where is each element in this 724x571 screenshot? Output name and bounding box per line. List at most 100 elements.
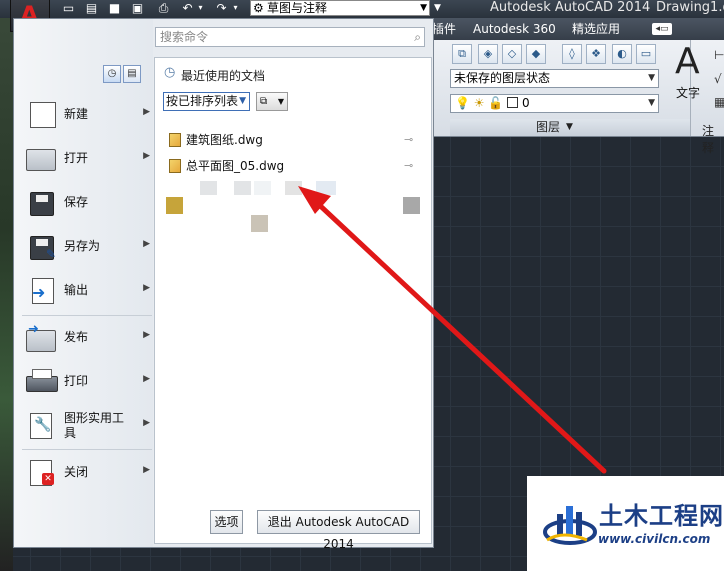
recent-file-name: 建筑图纸.dwg [186,133,263,147]
document-title: Drawing1.d [656,0,724,15]
recent-documents-icon: ◷ [164,65,176,80]
chevron-down-icon: ▼ [420,3,427,13]
layer-freeze-icon[interactable]: ❖ [586,44,606,64]
application-menu: 搜索命令 ⌕ ◷ ▤ 新建 ▶ 打开 ▶ 保存 ✎ 另存为 ▶ ➜ 输出 ▶ ➜… [13,18,434,551]
wrench-icon: 🔧 [26,412,56,440]
chevron-right-icon: ▶ [143,418,150,428]
save-icon[interactable]: ■ [107,1,122,15]
menu-item-label: 打开 [64,151,89,165]
workspace-label: 草图与注释 [267,1,328,15]
watermark: 土木工程网 www.civilcn.com [527,476,724,571]
undo-dropdown-icon[interactable]: ▾ [193,1,208,15]
menu-item-label: 图形实用工具 [64,411,125,440]
layers-panel-label: 图层 [536,120,561,134]
lightbulb-icon: 💡 [455,96,470,110]
ribbon-tab-row: 插件 Autodesk 360 精选应用 ◂▭ [432,18,724,40]
new-file-icon[interactable]: ▭ [61,1,76,15]
ribbon-panel: ⧉ ◈ ◇ ◆ ◊ ❖ ◐ ▭ 未保存的图层状态 ▼ 💡 ☀ 🔓 0 ▼ 图层 ▼… [432,40,724,155]
chevron-down-icon: ▼ [239,96,246,106]
search-input[interactable]: 搜索命令 ⌕ [155,27,425,47]
save-disk-icon [26,189,56,217]
layer-walk-icon[interactable]: ▭ [636,44,656,64]
menu-item-new[interactable]: 新建 ▶ [22,95,152,135]
chevron-down-icon: ▼ [648,98,655,108]
menu-item-print[interactable]: 打印 ▶ [22,362,152,402]
dwg-file-icon [169,159,181,173]
printer-icon [26,368,58,396]
menu-separator [22,449,152,450]
chevron-right-icon: ▶ [143,330,150,340]
export-icon: ➜ [26,277,56,305]
quick-access-toolbar: ▭ ▤ ■ ▣ ⎙ ↶ ▾ ↷ ▾ ⚙ 草图与注释 ▼ ▼ Autodesk Au… [0,0,724,18]
layer-dropdown[interactable]: 💡 ☀ 🔓 0 ▼ [450,94,659,113]
menu-separator [22,315,152,316]
redo-dropdown-icon[interactable]: ▾ [228,1,243,15]
pin-icon[interactable]: ⊸ [404,157,413,175]
open-folder-icon[interactable]: ▤ [84,1,99,15]
menu-item-close[interactable]: ✕ 关闭 ▶ [22,453,152,493]
layer-lock-icon[interactable]: ◐ [612,44,632,64]
chevron-right-icon: ▶ [143,151,150,161]
menu-item-label: 输出 [64,283,89,297]
layer-off-icon[interactable]: ◊ [562,44,582,64]
watermark-url: www.civilcn.com [598,532,711,546]
dimension-icon[interactable]: ⊢ [714,48,724,62]
chevron-down-icon: ▼ [277,97,284,106]
menu-item-label: 关闭 [64,465,89,479]
save-as-icon[interactable]: ▣ [130,1,145,15]
chevron-right-icon: ▶ [143,283,150,293]
recent-documents-title: 最近使用的文档 [181,69,266,83]
open-documents-view-icon[interactable]: ▤ [123,65,141,83]
pixelated-area [200,181,217,195]
layer-state-value: 未保存的图层状态 [454,71,551,85]
tab-plugins[interactable]: 插件 [432,21,456,37]
menu-item-label: 另存为 [64,239,101,253]
menu-item-save[interactable]: 保存 [22,183,152,223]
menu-item-open[interactable]: 打开 ▶ [22,139,152,179]
menu-item-export[interactable]: ➜ 输出 ▶ [22,271,152,311]
qat-customize-icon[interactable]: ▼ [430,1,445,15]
pixelated-area [251,215,268,232]
pixelated-area [403,197,420,214]
layer-match-icon[interactable]: ◇ [502,44,522,64]
layer-isolate-icon[interactable]: ◈ [478,44,498,64]
gear-icon: ⚙ [253,1,264,15]
ribbon-minimize-icon[interactable]: ◂▭ [652,23,672,35]
workspace-selector[interactable]: ⚙ 草图与注释 ▼ [250,0,430,16]
layer-properties-icon[interactable]: ⧉ [452,44,472,64]
pin-icon[interactable]: ⊸ [404,131,413,149]
tab-autodesk-360[interactable]: Autodesk 360 [473,21,556,37]
display-mode-dropdown[interactable]: ⧉ ▼ [256,92,288,111]
recent-file-item[interactable]: 建筑图纸.dwg ⊸ [169,131,419,149]
options-button[interactable]: 选项 [210,510,243,534]
recent-file-name: 总平面图_05.dwg [186,159,285,173]
dwg-file-icon [169,133,181,147]
sort-order-dropdown[interactable]: 按已排序列表 ▼ [163,92,250,111]
layers-panel-title[interactable]: 图层 ▼ [450,119,690,136]
open-folder-icon [26,145,56,173]
leader-icon[interactable]: √ [714,72,722,86]
pixelated-area [166,197,183,214]
redo-icon[interactable]: ↷ [214,1,229,15]
menu-item-drawing-utilities[interactable]: 🔧 图形实用工具 ▶ [22,406,152,446]
menu-item-label: 打印 [64,374,89,388]
search-icon: ⌕ [414,30,421,44]
pixelated-area [234,181,251,195]
recent-file-item[interactable]: 总平面图_05.dwg ⊸ [169,157,419,175]
display-mode-icon: ⧉ [260,96,268,107]
pixelated-area [316,181,336,195]
layer-state-dropdown[interactable]: 未保存的图层状态 ▼ [450,69,659,88]
watermark-title: 土木工程网 [599,502,724,530]
exit-autocad-button[interactable]: 退出 Autodesk AutoCAD 2014 [257,510,420,551]
menu-item-save-as[interactable]: ✎ 另存为 ▶ [22,227,152,267]
layer-previous-icon[interactable]: ◆ [526,44,546,64]
color-swatch-icon [507,97,519,108]
text-tool-icon[interactable]: A [675,40,700,84]
watermark-logo-icon [543,506,597,545]
print-icon[interactable]: ⎙ [156,1,171,15]
recent-documents-view-icon[interactable]: ◷ [103,65,121,83]
tab-featured-apps[interactable]: 精选应用 [572,21,620,37]
save-as-icon: ✎ [26,233,56,261]
table-icon[interactable]: ▦ [714,95,724,109]
menu-item-publish[interactable]: ➜ 发布 ▶ [22,318,152,358]
